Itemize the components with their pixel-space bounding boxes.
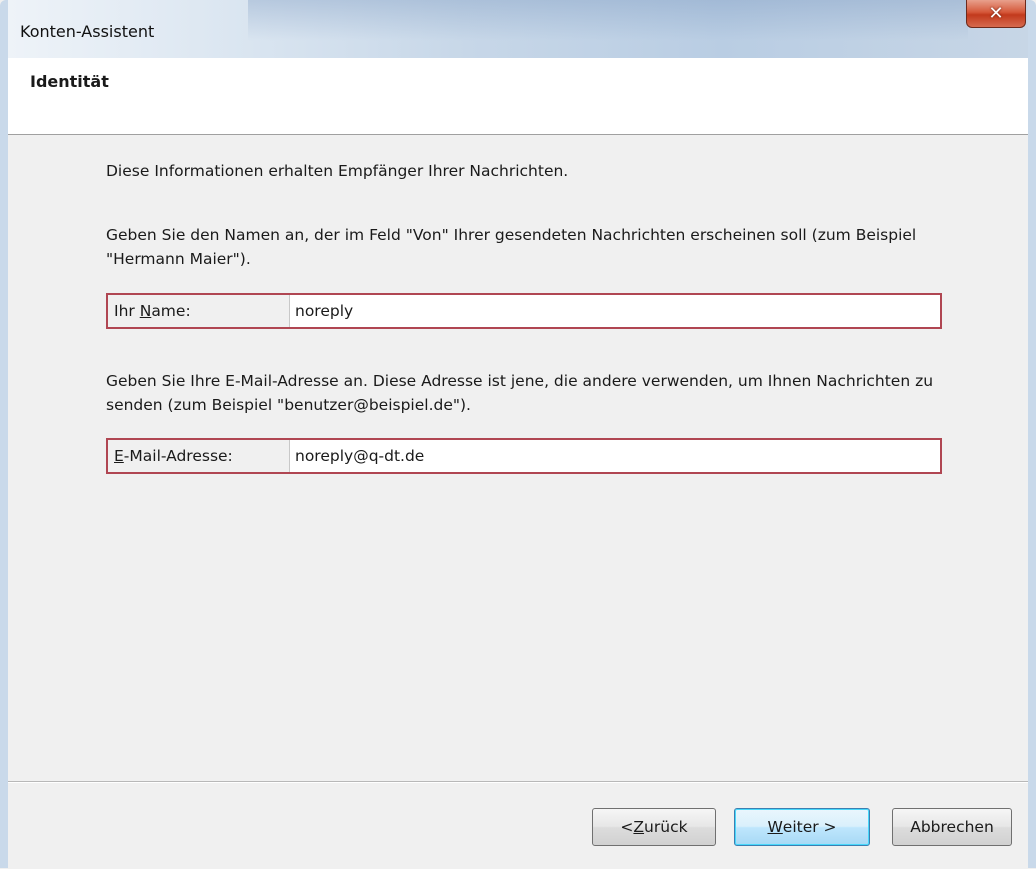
close-icon: ✕	[988, 3, 1004, 24]
email-input[interactable]	[291, 440, 937, 472]
back-button[interactable]: < Zurück	[592, 808, 716, 846]
wizard-footer: < Zurück Weiter > Abbrechen	[8, 781, 1028, 869]
title-bar[interactable]: Konten-Assistent ✕	[8, 0, 1028, 58]
email-field-label: E-Mail-Adresse:	[108, 440, 290, 472]
name-field-label: Ihr Name:	[108, 295, 290, 327]
name-hint-text: Geben Sie den Namen an, der im Feld "Von…	[106, 226, 917, 268]
close-button[interactable]: ✕	[966, 0, 1026, 28]
name-input[interactable]	[291, 295, 937, 327]
cancel-button[interactable]: Abbrechen	[892, 808, 1012, 846]
name-field-row: Ihr Name:	[106, 293, 942, 329]
wizard-content: Diese Informationen erhalten Empfänger I…	[8, 135, 1028, 781]
title-bar-glass	[248, 0, 968, 58]
next-button[interactable]: Weiter >	[734, 808, 870, 846]
wizard-header: Identität	[8, 58, 1028, 135]
account-wizard-window: Konten-Assistent ✕ Identität Diese Infor…	[0, 0, 1036, 869]
email-hint-text: Geben Sie Ihre E-Mail-Adresse an. Diese …	[106, 372, 934, 414]
email-field-row: E-Mail-Adresse:	[106, 438, 942, 474]
page-title: Identität	[30, 72, 109, 91]
window-title: Konten-Assistent	[20, 22, 155, 41]
intro-text: Diese Informationen erhalten Empfänger I…	[106, 162, 569, 180]
